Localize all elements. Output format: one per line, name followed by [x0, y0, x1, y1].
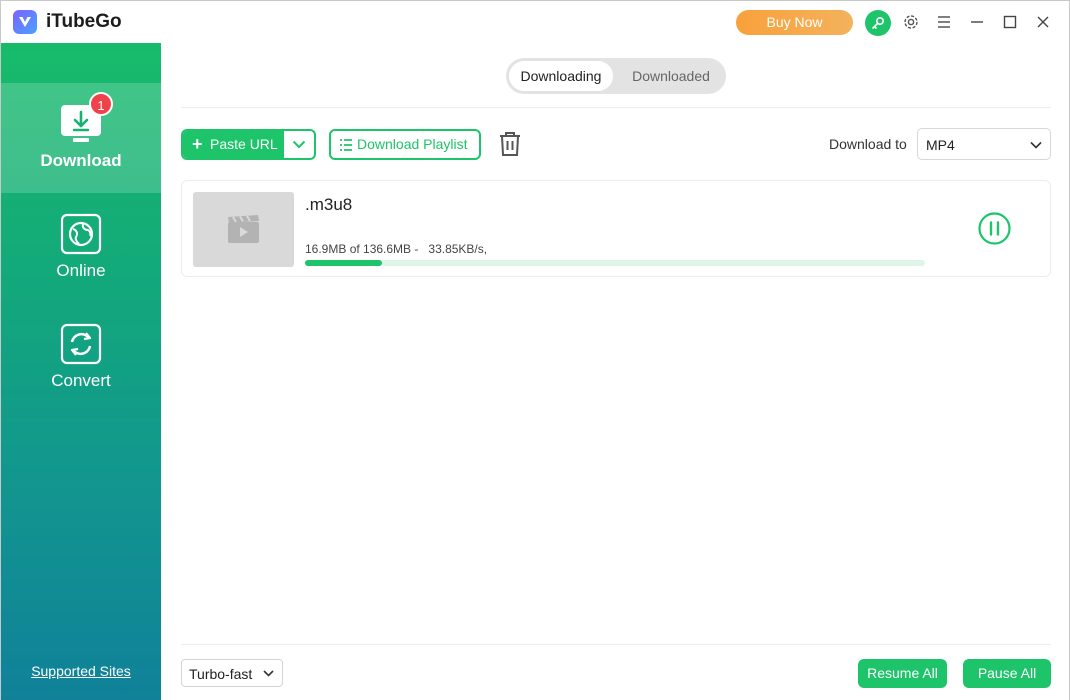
download-count-badge: 1 [89, 92, 113, 116]
menu-icon[interactable] [934, 12, 954, 32]
plus-icon: + [192, 134, 203, 154]
gear-icon[interactable] [901, 12, 921, 32]
convert-icon [60, 323, 102, 365]
file-name: .m3u8 [305, 195, 353, 214]
app-window: iTubeGo Buy Now 1 Download Online Conver… [0, 0, 1070, 700]
format-value: MP4 [926, 137, 955, 153]
minimize-icon[interactable] [967, 12, 987, 32]
video-thumbnail [193, 192, 294, 267]
sidebar-item-convert[interactable]: Convert [1, 303, 161, 413]
resume-all-button[interactable]: Resume All [858, 659, 947, 688]
video-placeholder-icon [228, 215, 259, 243]
sidebar-item-online[interactable]: Online [1, 193, 161, 303]
sidebar-item-download[interactable]: 1 Download [1, 83, 161, 193]
progress-bar [305, 260, 925, 266]
progress-text: 16.9MB of 136.6MB - 33.85KB/s, [305, 242, 488, 256]
paste-url-label: Paste URL [210, 136, 278, 152]
playlist-icon [340, 139, 352, 151]
globe-icon [60, 213, 102, 255]
app-logo-icon [13, 10, 37, 34]
tab-downloading[interactable]: Downloading [509, 61, 613, 91]
footer-divider [181, 644, 1051, 645]
close-icon[interactable] [1033, 12, 1053, 32]
format-select[interactable]: MP4 [917, 128, 1051, 160]
pause-all-button[interactable]: Pause All [963, 659, 1051, 688]
speed-mode-value: Turbo-fast [189, 666, 253, 682]
sidebar-item-label: Online [56, 261, 106, 280]
app-title: iTubeGo [46, 11, 122, 32]
progress-fill [305, 260, 382, 266]
pause-icon[interactable] [978, 212, 1011, 245]
paste-url-button[interactable]: + Paste URL [183, 131, 284, 158]
maximize-icon[interactable] [1000, 12, 1020, 32]
supported-sites-link[interactable]: Supported Sites [1, 663, 161, 679]
sidebar: 1 Download Online Convert Supported Site… [1, 43, 161, 700]
divider [181, 107, 1051, 108]
trash-icon[interactable] [498, 131, 522, 157]
title-bar: iTubeGo Buy Now [1, 1, 1069, 43]
key-icon[interactable] [865, 10, 891, 36]
chevron-down-icon [292, 140, 306, 149]
tab-switcher: Downloading Downloaded [506, 58, 726, 94]
tab-downloaded[interactable]: Downloaded [618, 61, 724, 91]
chevron-down-icon [263, 670, 274, 677]
paste-url-button-group: + Paste URL [181, 129, 316, 160]
main-panel: Downloading Downloaded + Paste URL Downl… [161, 43, 1069, 700]
paste-url-dropdown[interactable] [284, 131, 314, 158]
speed-mode-select[interactable]: Turbo-fast [181, 659, 283, 687]
download-to-label: Download to [829, 136, 907, 152]
chevron-down-icon [1030, 141, 1042, 149]
download-item: .m3u8 16.9MB of 136.6MB - 33.85KB/s, [181, 180, 1051, 277]
sidebar-item-label: Convert [51, 371, 111, 390]
sidebar-item-label: Download [40, 151, 122, 170]
download-playlist-button[interactable]: Download Playlist [329, 129, 481, 160]
download-playlist-label: Download Playlist [357, 136, 468, 152]
buy-now-button[interactable]: Buy Now [736, 10, 853, 35]
